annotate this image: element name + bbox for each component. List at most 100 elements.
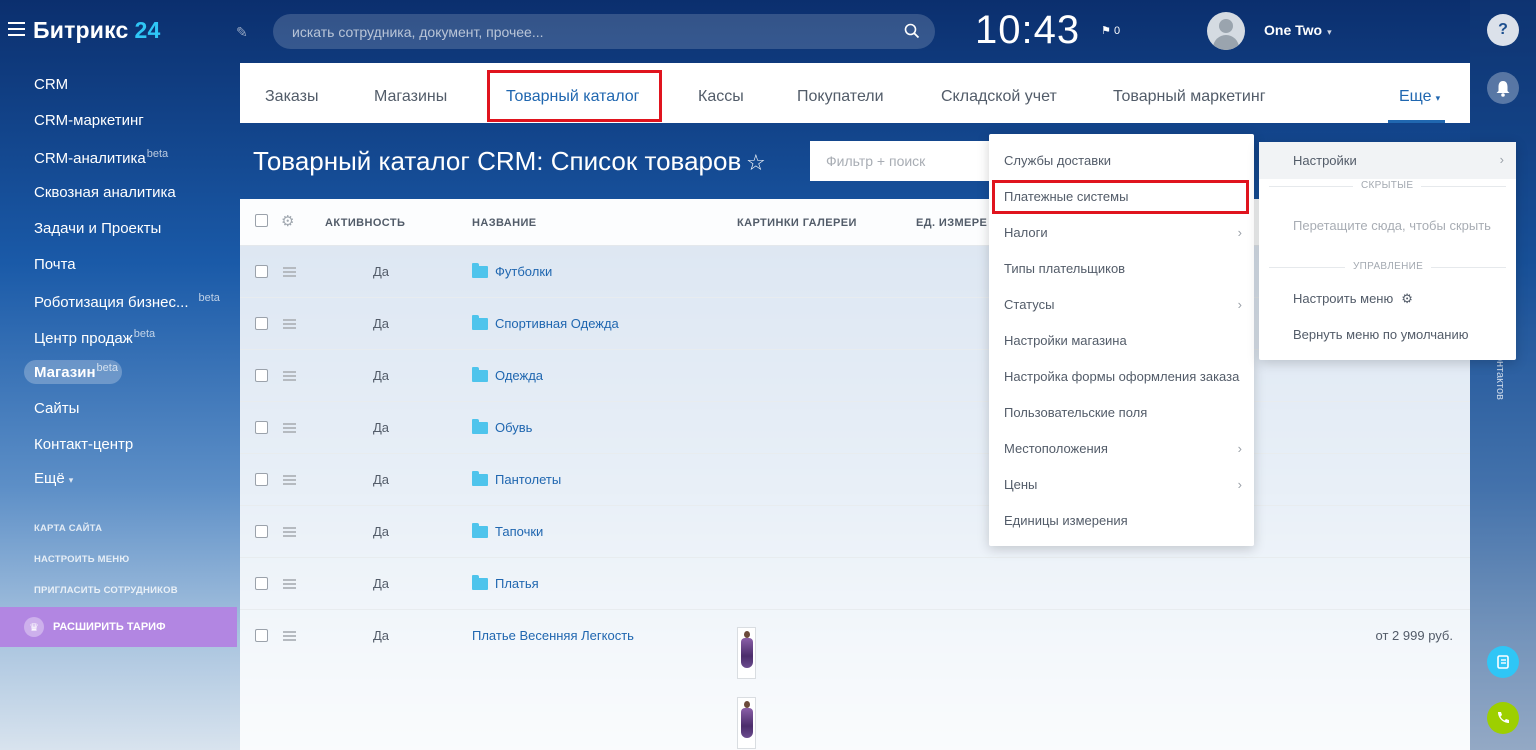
gallery-thumbnail[interactable] xyxy=(737,627,756,679)
cell-activity: Да xyxy=(373,368,390,383)
hidden-drop-hint: Перетащите сюда, чтобы скрыть xyxy=(1293,218,1491,233)
left-menu-item-sales-center[interactable]: Центр продажbeta xyxy=(34,328,155,347)
column-gallery[interactable]: КАРТИНКИ ГАЛЕРЕИ xyxy=(737,217,857,229)
row-checkbox[interactable] xyxy=(255,577,268,590)
drag-handle-icon[interactable] xyxy=(283,475,296,487)
tab-buyers[interactable]: Покупатели xyxy=(797,88,884,106)
search-input[interactable] xyxy=(292,23,882,40)
table-row[interactable]: Да Пантолеты xyxy=(240,454,1470,506)
menu-item-locations[interactable]: Местоположения xyxy=(1004,441,1108,456)
menu-item-units[interactable]: Единицы измерения xyxy=(1004,513,1128,528)
page-title: Товарный каталог CRM: Список товаров xyxy=(253,146,742,176)
bell-icon[interactable] xyxy=(1487,72,1519,104)
cell-name[interactable]: Спортивная Одежда xyxy=(472,314,619,331)
folder-icon xyxy=(472,314,488,330)
star-icon[interactable]: ☆ xyxy=(746,150,766,176)
cell-name[interactable]: Обувь xyxy=(472,418,532,435)
left-menu: CRM CRM-маркетинг CRM-аналитикаbeta Скво… xyxy=(0,63,237,750)
drag-handle-icon[interactable] xyxy=(283,631,296,643)
menu-item-shop-settings[interactable]: Настройки магазина xyxy=(1004,333,1127,348)
column-unit[interactable]: ЕД. ИЗМЕРЕ xyxy=(916,217,987,229)
left-menu-item-contact-center[interactable]: Контакт-центр xyxy=(34,436,133,453)
chevron-down-icon: ▾ xyxy=(68,475,74,485)
tab-orders[interactable]: Заказы xyxy=(265,88,318,106)
menu-item-order-form-settings[interactable]: Настройка формы оформления заказа xyxy=(1004,369,1239,384)
drag-handle-icon[interactable] xyxy=(283,423,296,435)
cell-price: от 2 999 руб. xyxy=(1375,628,1453,643)
left-menu-item-end-to-end-analytics[interactable]: Сквозная аналитика xyxy=(34,184,176,201)
cell-name[interactable]: Платье Весенняя Легкость xyxy=(472,628,634,643)
table-row[interactable]: Да Платье Весенняя Легкость от 2 999 руб… xyxy=(240,610,1470,750)
column-name[interactable]: НАЗВАНИЕ xyxy=(472,217,537,229)
manage-caption: УПРАВЛЕНИЕ xyxy=(1345,261,1432,272)
drag-handle-icon[interactable] xyxy=(283,267,296,279)
row-checkbox[interactable] xyxy=(255,629,268,642)
gear-icon[interactable]: ⚙ xyxy=(281,212,294,230)
menu-burger-icon[interactable] xyxy=(8,22,25,36)
left-menu-item-shop[interactable]: Магазинbeta xyxy=(24,360,122,384)
drag-handle-icon[interactable] xyxy=(283,319,296,331)
notes-icon[interactable] xyxy=(1487,646,1519,678)
edit-pencil-icon[interactable]: ✎ xyxy=(236,24,250,40)
cell-name[interactable]: Футболки xyxy=(472,262,552,279)
filter-placeholder: Фильтр + поиск xyxy=(826,153,926,169)
table-row[interactable]: Да Платья xyxy=(240,558,1470,610)
table-row[interactable]: Да Тапочки xyxy=(240,506,1470,558)
menu-item-taxes[interactable]: Налоги xyxy=(1004,225,1048,240)
row-checkbox[interactable] xyxy=(255,525,268,538)
tab-stores[interactable]: Магазины xyxy=(374,88,447,106)
upgrade-tariff-button[interactable]: ♛ РАСШИРИТЬ ТАРИФ xyxy=(0,607,237,647)
user-menu[interactable]: One Two ▾ xyxy=(1264,22,1332,38)
left-menu-item-crm-analytics[interactable]: CRM-аналитикаbeta xyxy=(34,148,168,167)
cell-activity: Да xyxy=(373,576,390,591)
left-menu-item-mail[interactable]: Почта xyxy=(34,256,76,273)
help-icon[interactable]: ? xyxy=(1487,14,1519,46)
filter-search-field[interactable]: Фильтр + поиск xyxy=(810,141,1010,181)
drag-handle-icon[interactable] xyxy=(283,371,296,383)
logo[interactable]: Битрикс 24 xyxy=(33,17,161,44)
tab-warehouse[interactable]: Складской учет xyxy=(941,88,1057,106)
left-menu-item-tasks[interactable]: Задачи и Проекты xyxy=(34,220,161,237)
row-checkbox[interactable] xyxy=(255,369,268,382)
folder-icon xyxy=(472,418,488,434)
select-all-checkbox[interactable] xyxy=(255,214,268,227)
menu-item-user-fields[interactable]: Пользовательские поля xyxy=(1004,405,1147,420)
tab-marketing[interactable]: Товарный маркетинг xyxy=(1113,88,1266,106)
drag-handle-icon[interactable] xyxy=(283,527,296,539)
row-checkbox[interactable] xyxy=(255,317,268,330)
tab-cashboxes[interactable]: Кассы xyxy=(698,88,744,106)
menu-item-payer-types[interactable]: Типы плательщиков xyxy=(1004,261,1125,276)
left-menu-item-crm-marketing[interactable]: CRM-маркетинг xyxy=(34,112,144,129)
left-menu-item-more[interactable]: Ещё ▾ xyxy=(34,470,73,487)
left-menu-item-sites[interactable]: Сайты xyxy=(34,400,79,417)
cell-name[interactable]: Пантолеты xyxy=(472,470,561,487)
row-checkbox[interactable] xyxy=(255,421,268,434)
menu-item-statuses[interactable]: Статусы xyxy=(1004,297,1054,312)
menu-item-prices[interactable]: Цены xyxy=(1004,477,1037,492)
clock-time[interactable]: 10:43 xyxy=(975,8,1080,53)
gallery-thumbnail[interactable] xyxy=(737,697,756,749)
cell-name[interactable]: Платья xyxy=(472,574,539,591)
sitemap-link[interactable]: КАРТА САЙТА xyxy=(34,523,102,534)
phone-icon[interactable] xyxy=(1487,702,1519,734)
column-activity[interactable]: АКТИВНОСТЬ xyxy=(325,217,405,229)
tab-more[interactable]: Еще ▾ xyxy=(1399,88,1440,106)
search-icon[interactable] xyxy=(904,23,920,39)
cell-name[interactable]: Тапочки xyxy=(472,522,543,539)
cell-name[interactable]: Одежда xyxy=(472,366,543,383)
configure-menu-link[interactable]: НАСТРОИТЬ МЕНЮ xyxy=(34,554,129,565)
reset-menu-item[interactable]: Вернуть меню по умолчанию xyxy=(1293,327,1468,342)
table-row[interactable]: Да Обувь xyxy=(240,402,1470,454)
left-menu-item-crm[interactable]: CRM xyxy=(34,76,68,93)
left-menu-item-robotization[interactable]: Роботизация бизнес... beta xyxy=(34,292,220,311)
invite-employees-link[interactable]: ПРИГЛАСИТЬ СОТРУДНИКОВ xyxy=(34,585,178,596)
avatar[interactable] xyxy=(1207,12,1245,50)
settings-item[interactable]: Настройки › xyxy=(1259,142,1516,179)
flag-counter[interactable]: ⚑ 0 xyxy=(1101,24,1120,37)
row-checkbox[interactable] xyxy=(255,473,268,486)
menu-item-delivery[interactable]: Службы доставки xyxy=(1004,153,1111,168)
configure-menu-item[interactable]: Настроить меню ⚙ xyxy=(1293,291,1413,307)
row-checkbox[interactable] xyxy=(255,265,268,278)
chevron-right-icon: › xyxy=(1237,225,1242,240)
drag-handle-icon[interactable] xyxy=(283,579,296,591)
